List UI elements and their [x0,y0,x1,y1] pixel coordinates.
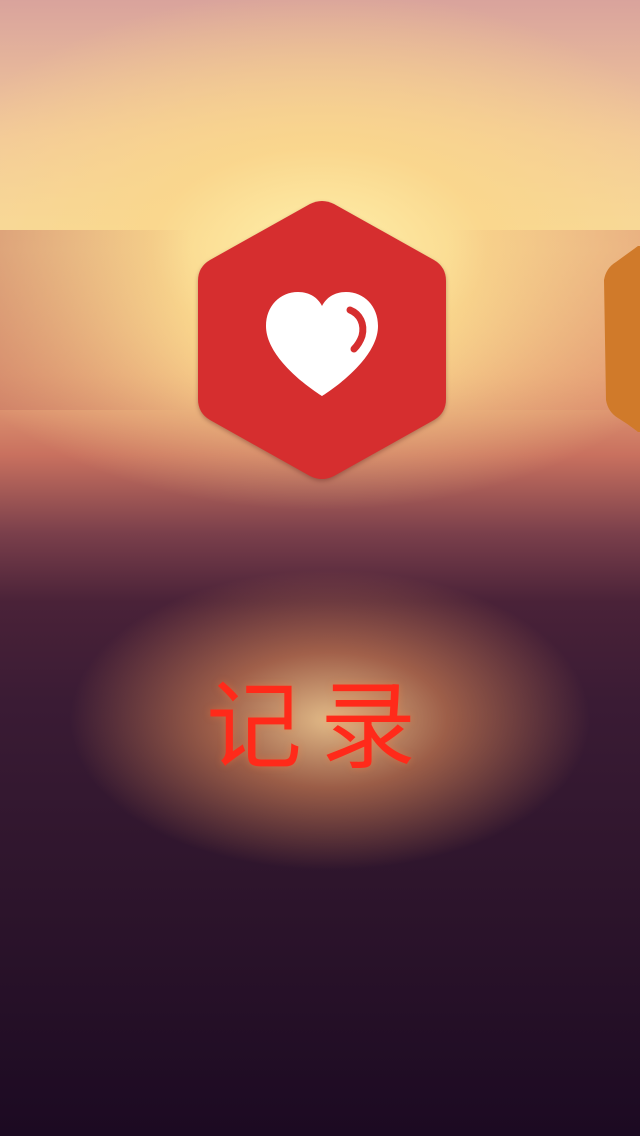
next-feature-card[interactable] [604,246,640,432]
record-feature-card[interactable] [198,198,446,482]
app-screen: 记录 [0,0,640,1136]
feature-title: 记录 [206,671,434,783]
